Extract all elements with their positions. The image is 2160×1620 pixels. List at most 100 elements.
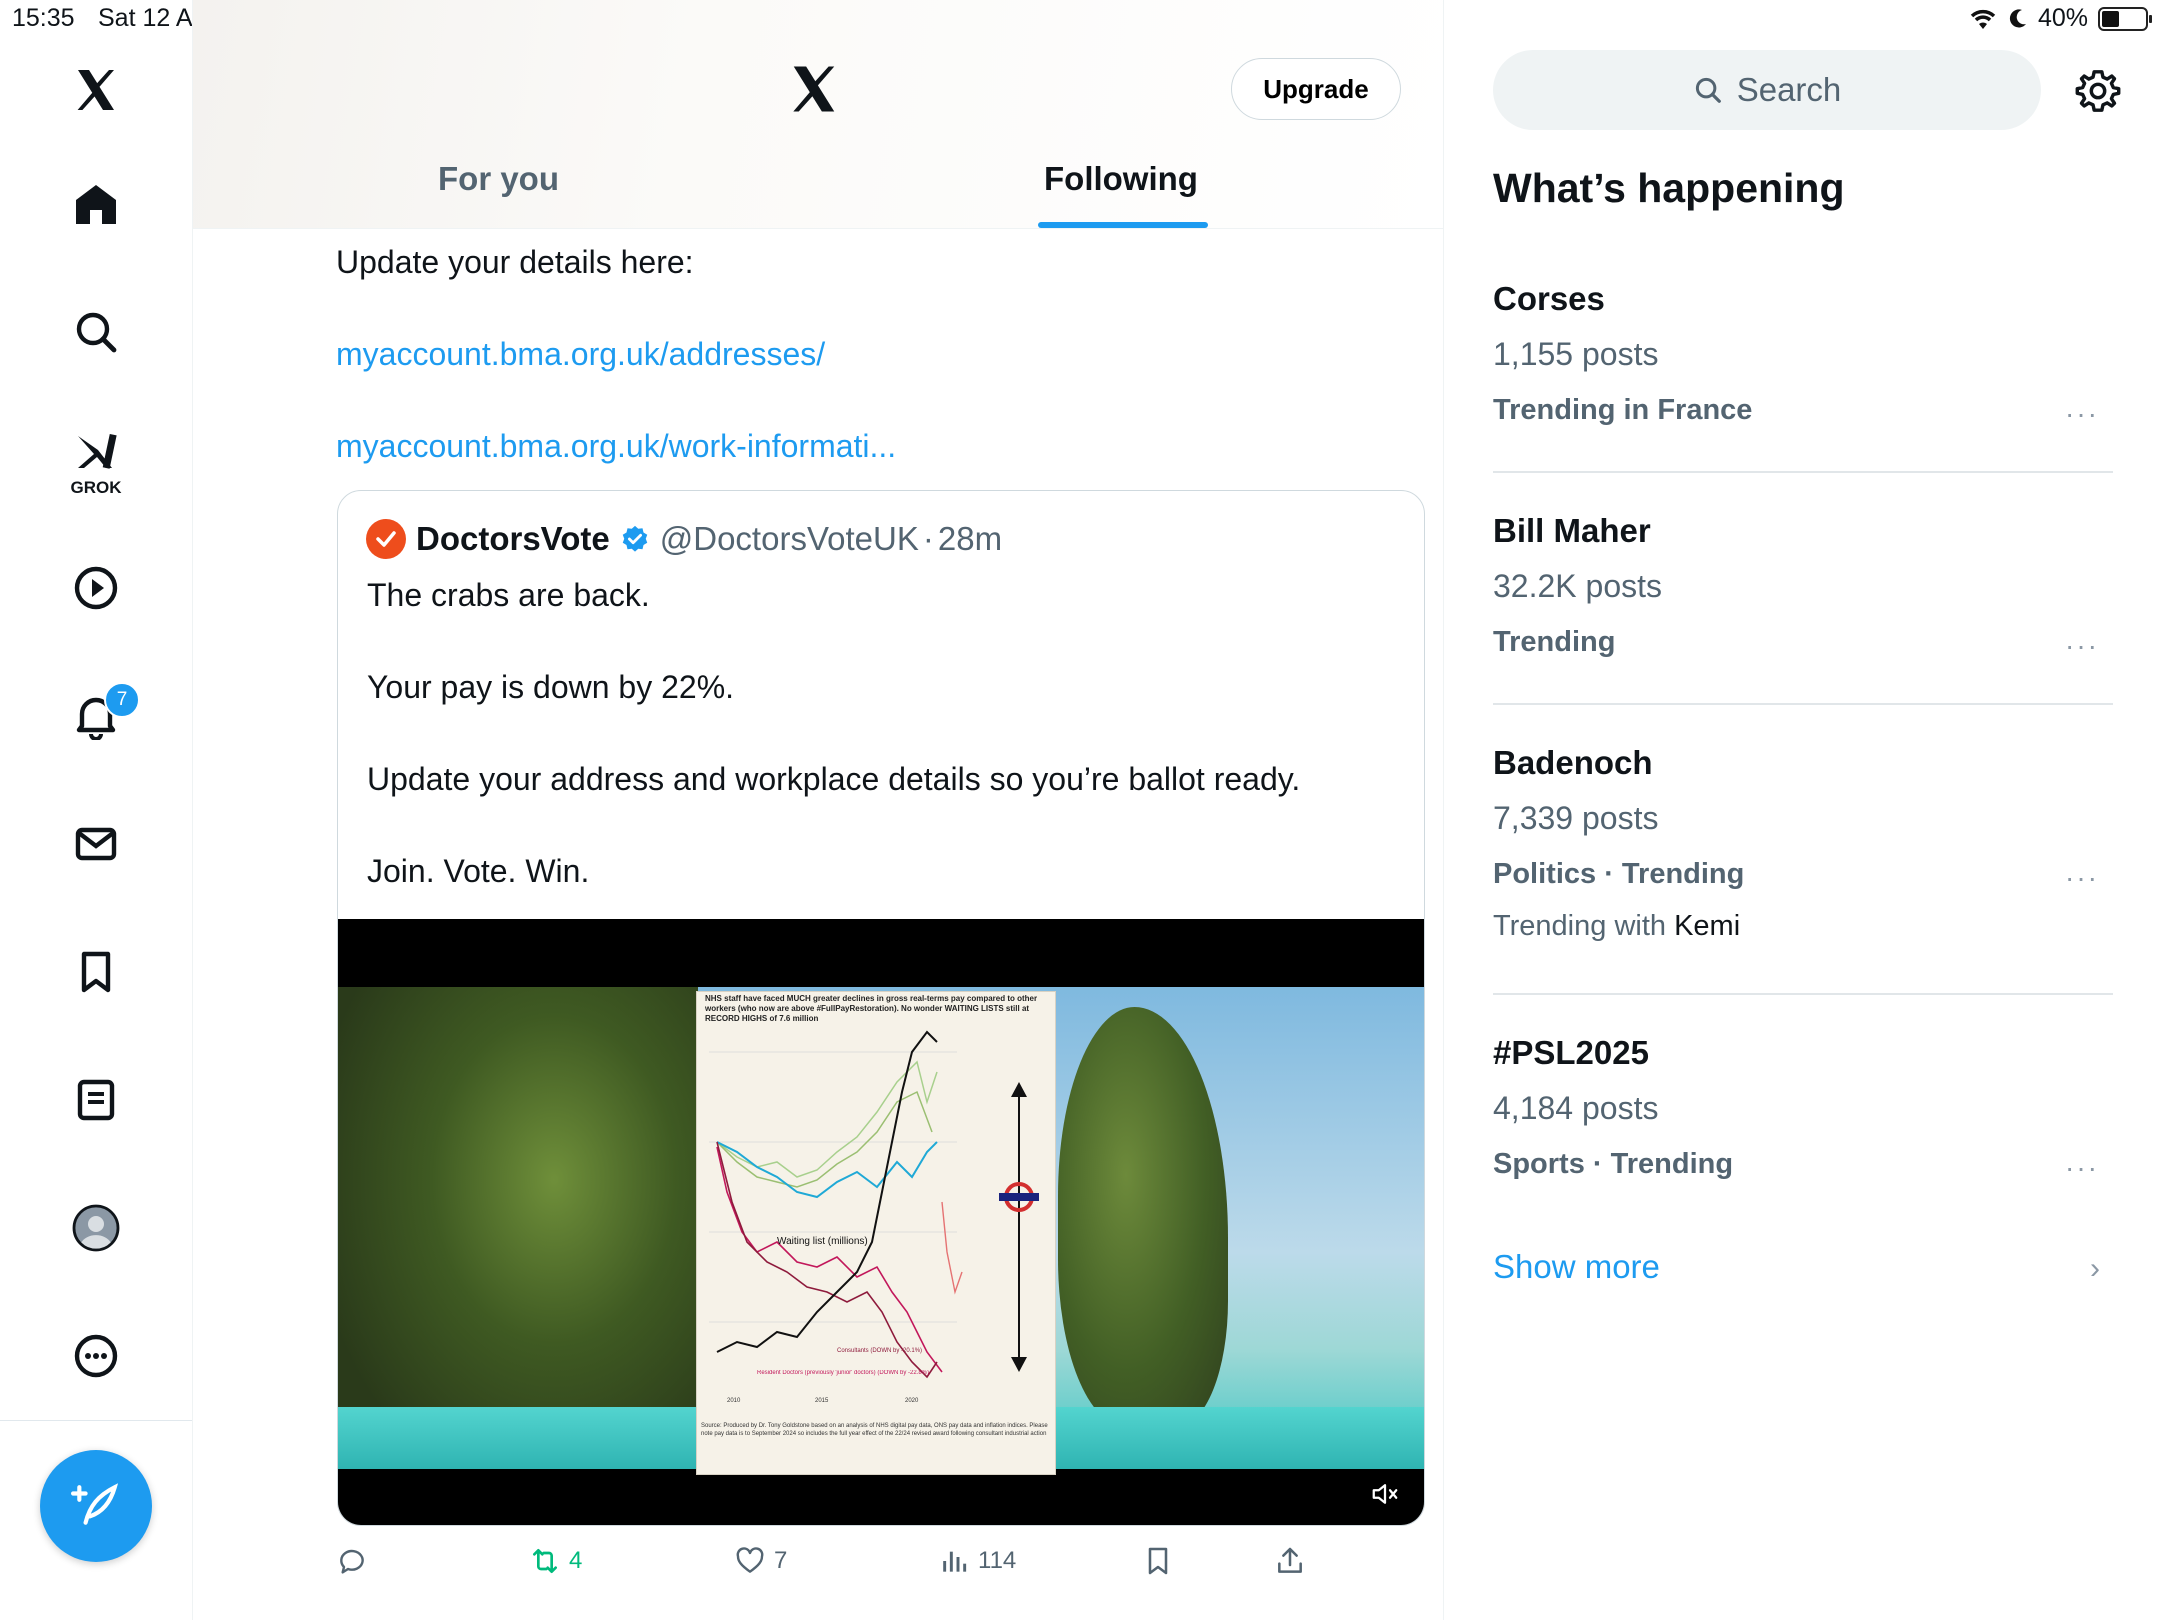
views-button[interactable]: 114 [938,1545,1016,1577]
bookmark-post-button[interactable] [1142,1545,1174,1577]
avatar-icon[interactable] [56,1188,136,1268]
search-icon [1695,77,1721,103]
chevron-right-icon[interactable]: › [2090,1252,2100,1286]
compose-post-button[interactable] [40,1450,152,1562]
trend-item[interactable]: Badenoch 7,339 posts Politics · Trending… [1493,744,2113,984]
tab-for-you[interactable]: For you [438,160,559,198]
embedded-chart-image: NHS staff have faced MUCH greater declin… [696,991,1056,1475]
trend-posts: 7,339 posts [1493,800,1659,836]
verified-badge-icon [622,525,647,552]
chart-label-waiting-list: Waiting list (millions) [777,1236,868,1247]
trend-context: Trending [1493,626,1616,658]
quote-line-4: Join. Vote. Win. [367,853,590,889]
trend-context: Trending in France [1493,394,1753,426]
status-indicators: 40% [1968,4,2152,33]
nav-divider [0,1420,192,1421]
quote-author-handle[interactable]: @DoctorsVoteUK [660,520,919,558]
trend-posts: 4,184 posts [1493,1090,1659,1126]
main-timeline: Upgrade For you Following Update your de… [193,0,1444,1620]
reply-button[interactable] [336,1545,376,1577]
share-button[interactable] [1274,1545,1306,1577]
checkmark-logo-icon [376,531,396,547]
trend-title: #PSL2025 [1493,1034,1649,1071]
bookmark-icon[interactable] [56,932,136,1012]
video-background-cliff-right [1058,1007,1228,1427]
mail-icon[interactable] [56,804,136,884]
chart-label-consultants: Consultants (DOWN by -20.1%) [837,1348,923,1354]
upgrade-button[interactable]: Upgrade [1231,58,1401,120]
reply-icon [340,1549,364,1574]
search-icon[interactable] [56,292,136,372]
more-icon[interactable] [56,1316,136,1396]
battery-level [2102,10,2119,27]
trend-item[interactable]: #PSL2025 4,184 posts Sports · Trending ·… [1493,1034,2113,1224]
post-link-addresses[interactable]: myaccount.bma.org.uk/addresses/ [336,336,825,373]
wifi-icon [1970,9,1996,29]
like-button[interactable]: 7 [734,1545,787,1577]
views-chart-icon [943,1551,967,1572]
trend-item[interactable]: Bill Maher 32.2K posts Trending ··· [1493,512,2113,702]
trend-context: Sports · Trending [1493,1148,1734,1180]
chart-year-1: 2010 [727,1398,741,1404]
like-count: 7 [774,1547,788,1574]
quote-author-name[interactable]: DoctorsVote [416,520,610,558]
quoted-post[interactable]: DoctorsVote @DoctorsVoteUK · 28m The cra… [337,490,1425,1526]
quote-line-3: Update your address and workplace detail… [367,761,1301,797]
show-more-link[interactable]: Show more [1493,1248,1660,1286]
active-tab-indicator [1038,222,1208,228]
search-placeholder: Search [1736,71,1842,108]
trending-with-name[interactable]: Kemi [1674,910,1740,942]
trend-more-icon[interactable]: ··· [2065,1152,2099,1184]
trending-with: Trending with Kemi [1493,910,1740,943]
post-actions: 4 7 114 [336,1545,1436,1585]
search-input[interactable]: Search [1493,50,2041,130]
trend-divider [1493,471,2113,473]
trend-title: Badenoch [1493,744,1653,781]
video-background-cliff-left [338,987,698,1469]
grok-label: GROK [70,478,122,497]
compose-post-icon [71,1483,119,1525]
trending-with-prefix: Trending with [1493,910,1667,942]
list-icon[interactable] [56,1060,136,1140]
quote-line-1: The crabs are back. [367,577,650,613]
timeline-header: Upgrade For you Following [193,0,1443,229]
home-icon[interactable] [56,164,136,244]
chart-label-resident-doctors: Resident Doctors (previously 'junior' do… [757,1370,930,1376]
tab-following[interactable]: Following [1044,160,1198,198]
quote-avatar[interactable] [366,519,406,559]
video-player[interactable]: NHS staff have faced MUCH greater declin… [338,919,1424,1525]
moon-icon [2009,8,2026,27]
trend-title: Corses [1493,280,1605,317]
notification-badge: 7 [104,682,140,718]
trend-posts: 32.2K posts [1493,568,1662,604]
battery-icon [2098,6,2152,31]
heart-icon [736,1547,764,1573]
embedded-chart-footnote: Source: Produced by Dr. Tony Goldstone b… [701,1423,1048,1437]
trend-posts: 1,155 posts [1493,336,1659,372]
trend-more-icon[interactable]: ··· [2065,862,2099,894]
trend-more-icon[interactable]: ··· [2065,630,2099,662]
play-icon[interactable] [56,548,136,628]
quote-separator: · [922,520,934,557]
post-text: Update your details here: [336,244,694,280]
embedded-chart-lines [709,1030,1039,1379]
section-title: What’s happening [1493,165,1845,211]
trend-divider [1493,993,2113,995]
left-navigation: GROK 7 [0,0,193,1620]
post-link-work-info[interactable]: myaccount.bma.org.uk/work-informati... [336,428,896,465]
bookmark-icon [1148,1547,1168,1575]
repost-button[interactable]: 4 [529,1545,582,1577]
quote-time[interactable]: 28m [938,520,1002,558]
x-logo-icon[interactable] [56,50,136,130]
x-logo-icon[interactable] [787,62,841,116]
gear-icon[interactable] [2075,68,2121,114]
mute-icon[interactable] [1370,1479,1400,1509]
chart-year-3: 2020 [905,1398,919,1404]
trend-item[interactable]: Corses 1,155 posts Trending in France ··… [1493,280,2113,470]
share-icon [1278,1547,1302,1573]
quote-header: DoctorsVote @DoctorsVoteUK · 28m [366,519,1002,559]
trend-more-icon[interactable]: ··· [2065,398,2099,430]
trend-divider [1493,703,2113,705]
trend-title: Bill Maher [1493,512,1651,549]
chart-year-2: 2015 [815,1398,829,1404]
